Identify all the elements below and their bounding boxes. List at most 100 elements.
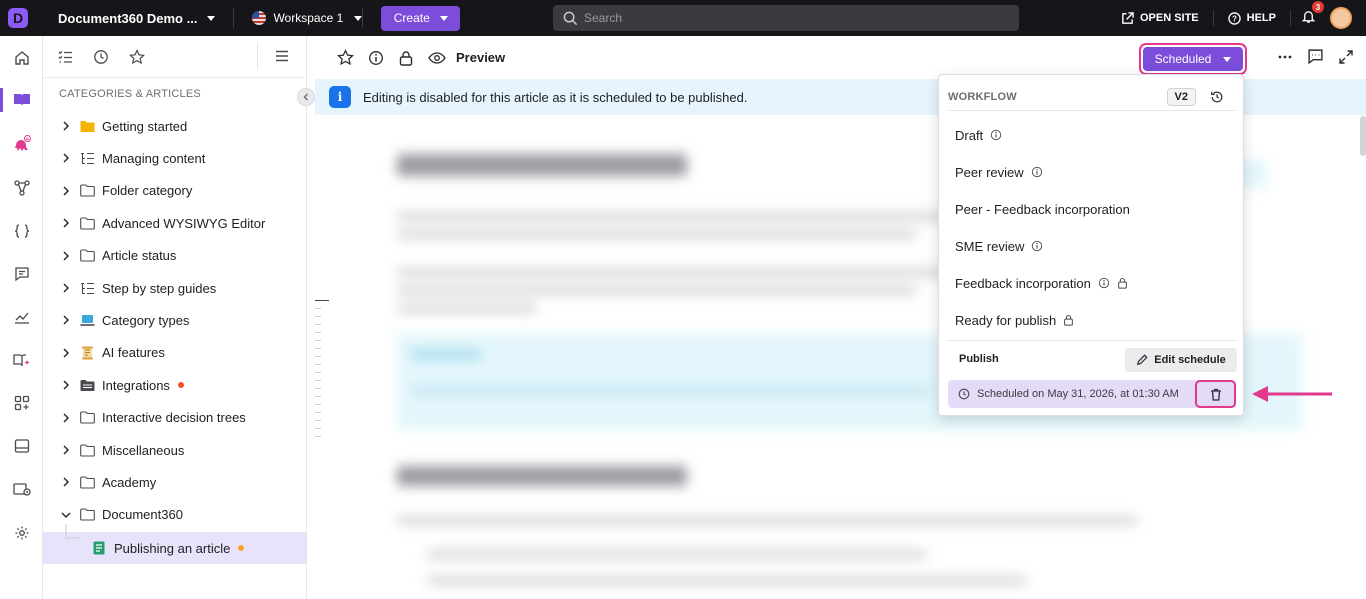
chevron-right-icon[interactable] bbox=[59, 153, 73, 163]
preview-label[interactable]: Preview bbox=[456, 50, 505, 65]
workspace-switcher[interactable]: Workspace 1 bbox=[252, 11, 363, 25]
list-tree-icon bbox=[79, 152, 95, 165]
notice-text: Editing is disabled for this article as … bbox=[363, 89, 748, 105]
scrollbar[interactable] bbox=[1360, 116, 1366, 156]
info-icon[interactable] bbox=[1031, 240, 1043, 252]
info-icon[interactable] bbox=[990, 129, 1002, 141]
category-label: Integrations bbox=[102, 377, 170, 393]
workflow-status-peer-review[interactable]: Peer review bbox=[955, 162, 1043, 182]
create-button[interactable]: Create bbox=[381, 5, 461, 31]
lock-icon bbox=[1064, 314, 1074, 326]
category-managing-content[interactable]: Managing content bbox=[43, 142, 306, 174]
folder-outline-icon bbox=[79, 476, 95, 489]
chevron-right-icon[interactable] bbox=[59, 315, 73, 325]
category-step-by-step-guides[interactable]: Step by step guides bbox=[43, 272, 306, 304]
ai-agent-icon[interactable]: AI bbox=[0, 132, 43, 156]
widget-icon[interactable] bbox=[0, 434, 43, 458]
info-icon[interactable] bbox=[368, 50, 384, 66]
chevron-right-icon[interactable] bbox=[59, 283, 73, 293]
open-site-link[interactable]: OPEN SITE bbox=[1107, 11, 1213, 25]
chevron-right-icon[interactable] bbox=[59, 380, 73, 390]
category-advanced-wysiwyg-editor[interactable]: Advanced WYSIWYG Editor bbox=[43, 207, 306, 239]
trash-icon bbox=[1210, 388, 1221, 401]
chevron-down-icon[interactable] bbox=[59, 511, 73, 519]
search-bar[interactable] bbox=[553, 5, 1019, 31]
portal-settings-icon[interactable] bbox=[0, 477, 43, 501]
outline-gutter bbox=[315, 300, 331, 440]
comments-icon[interactable] bbox=[1307, 48, 1324, 65]
category-folder-category[interactable]: Folder category bbox=[43, 175, 306, 207]
history-icon[interactable] bbox=[1210, 90, 1224, 104]
category-article-status[interactable]: Article status bbox=[43, 240, 306, 272]
chevron-down-icon bbox=[1223, 56, 1232, 62]
category-label: Folder category bbox=[102, 183, 193, 199]
project-switcher[interactable]: Document360 Demo ... bbox=[58, 11, 216, 26]
category-ai-features[interactable]: AI features bbox=[43, 337, 306, 369]
category-label: Getting started bbox=[102, 118, 188, 134]
category-label: Academy bbox=[102, 474, 157, 490]
documentation-icon[interactable] bbox=[0, 88, 43, 112]
settings-icon[interactable] bbox=[0, 521, 43, 545]
notifications-button[interactable]: 3 bbox=[1301, 1, 1324, 27]
help-link[interactable]: ? HELP bbox=[1214, 11, 1290, 25]
list-tree-icon bbox=[79, 282, 95, 295]
workflow-status-ready-for-publish[interactable]: Ready for publish bbox=[955, 310, 1074, 330]
scheduled-status-button[interactable]: Scheduled bbox=[1143, 47, 1243, 71]
expand-icon[interactable] bbox=[1338, 49, 1354, 65]
recent-history-icon[interactable] bbox=[93, 49, 109, 65]
workflow-status-draft[interactable]: Draft bbox=[955, 125, 1002, 145]
laptop-icon bbox=[79, 314, 95, 327]
edit-schedule-button[interactable]: Edit schedule bbox=[1125, 348, 1237, 372]
knowledge-base-icon[interactable] bbox=[0, 348, 43, 372]
eye-icon[interactable] bbox=[428, 50, 446, 66]
home-icon[interactable] bbox=[0, 46, 43, 70]
chevron-right-icon[interactable] bbox=[59, 477, 73, 487]
workflow-status-peer-feedback-incorporation[interactable]: Peer - Feedback incorporation bbox=[955, 199, 1130, 219]
more-options-icon[interactable] bbox=[1277, 49, 1293, 65]
folder-outline-icon bbox=[79, 411, 95, 424]
folder-outline-icon bbox=[79, 508, 95, 521]
analytics-icon[interactable] bbox=[0, 305, 43, 329]
delete-schedule-button[interactable] bbox=[1195, 380, 1236, 408]
workflow-status-label: Ready for publish bbox=[955, 312, 1057, 328]
workflow-status-feedback-incorporation[interactable]: Feedback incorporation bbox=[955, 273, 1128, 293]
chevron-right-icon[interactable] bbox=[59, 218, 73, 228]
chevron-right-icon[interactable] bbox=[59, 348, 73, 358]
lock-icon[interactable] bbox=[398, 50, 414, 66]
user-avatar[interactable] bbox=[1330, 7, 1352, 29]
star-icon[interactable] bbox=[129, 48, 145, 65]
api-icon[interactable] bbox=[0, 176, 43, 200]
workflow-dropdown: WORKFLOW V2 Draft Peer review Peer - Feedb… bbox=[938, 74, 1244, 416]
apps-icon[interactable] bbox=[0, 391, 43, 415]
info-icon[interactable] bbox=[1098, 277, 1110, 289]
search-input[interactable] bbox=[584, 11, 984, 25]
document360-logo[interactable]: D bbox=[0, 0, 36, 36]
pointer-arrow-annotation bbox=[1252, 386, 1332, 402]
hamburger-menu-icon[interactable] bbox=[274, 48, 290, 64]
category-category-types[interactable]: Category types bbox=[43, 304, 306, 336]
category-interactive-decision-trees[interactable]: Interactive decision trees bbox=[43, 402, 306, 434]
category-miscellaneous[interactable]: Miscellaneous bbox=[43, 434, 306, 466]
article-publishing-an-article[interactable]: Publishing an article bbox=[43, 524, 306, 564]
article-icon bbox=[91, 541, 107, 555]
left-nav-rail: AI bbox=[0, 36, 43, 599]
category-integrations[interactable]: Integrations bbox=[43, 369, 306, 401]
folder-outline-icon bbox=[79, 217, 95, 230]
category-academy[interactable]: Academy bbox=[43, 466, 306, 498]
feedback-icon[interactable] bbox=[0, 262, 43, 286]
chevron-right-icon[interactable] bbox=[59, 445, 73, 455]
chevron-right-icon[interactable] bbox=[59, 121, 73, 131]
chevron-right-icon[interactable] bbox=[59, 186, 73, 196]
category-document360[interactable]: Document360 bbox=[43, 499, 306, 531]
info-icon[interactable] bbox=[1031, 166, 1043, 178]
chevron-right-icon[interactable] bbox=[59, 251, 73, 261]
code-icon[interactable] bbox=[0, 219, 43, 243]
scheduled-info: Scheduled on May 31, 2026, at 01:30 AM bbox=[948, 380, 1236, 408]
clock-icon bbox=[958, 388, 970, 400]
workspace-name: Workspace 1 bbox=[273, 11, 344, 25]
workflow-status-sme-review[interactable]: SME review bbox=[955, 236, 1043, 256]
tree-view-icon[interactable] bbox=[57, 49, 73, 65]
category-getting-started[interactable]: Getting started bbox=[43, 110, 306, 142]
chevron-right-icon[interactable] bbox=[59, 413, 73, 423]
star-icon[interactable] bbox=[337, 49, 354, 66]
